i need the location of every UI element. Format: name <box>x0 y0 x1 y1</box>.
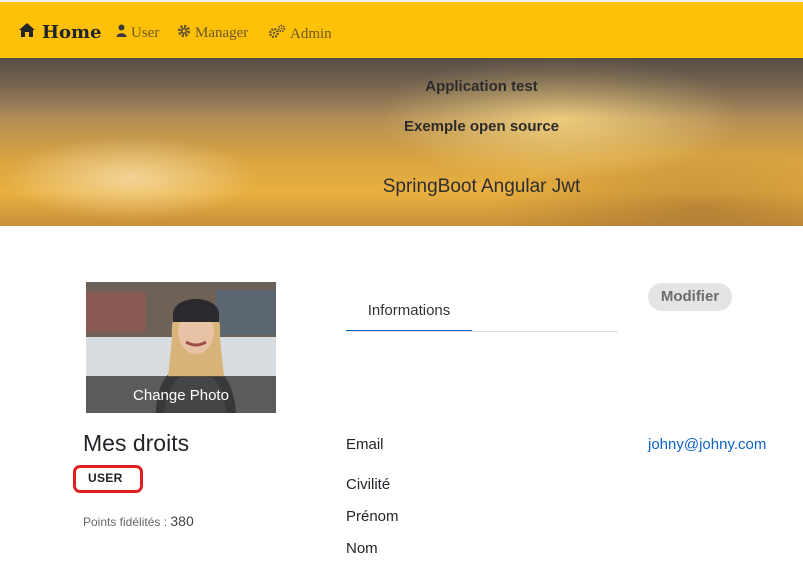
user-icon <box>116 24 131 42</box>
tab-informations[interactable]: Informations <box>346 299 472 332</box>
email-value: johny@johny.com <box>648 436 767 453</box>
nav-manager-link[interactable]: Manager <box>177 24 248 43</box>
gears-icon <box>268 24 290 44</box>
gear-icon <box>177 24 195 43</box>
tab-divider <box>346 331 618 332</box>
nav-home-link[interactable]: Home <box>18 22 102 43</box>
home-icon <box>18 22 42 43</box>
nav-user-link[interactable]: User <box>116 24 159 42</box>
loyalty-points-label: Points fidélités : <box>83 515 168 529</box>
change-photo-button[interactable]: Change Photo <box>86 376 276 413</box>
firstname-label: Prénom <box>346 508 399 525</box>
rights-heading: Mes droits <box>83 430 190 456</box>
email-label: Email <box>346 436 384 453</box>
banner-title: Application test <box>425 78 538 95</box>
nav-user-label: User <box>131 24 160 41</box>
role-badge: USER <box>88 471 123 485</box>
nav-admin-link[interactable]: Admin <box>268 24 332 44</box>
civility-label: Civilité <box>346 476 391 493</box>
nav-home-label: Home <box>42 22 102 43</box>
hero-banner: Application test Exemple open source Spr… <box>0 58 803 226</box>
profile-photo: Change Photo <box>86 282 276 413</box>
nav-admin-label: Admin <box>290 25 332 42</box>
loyalty-points: Points fidélités : 380 <box>83 513 194 529</box>
top-navbar: Home User Manager Admin <box>0 0 803 58</box>
lastname-label: Nom <box>346 540 378 557</box>
loyalty-points-value: 380 <box>170 513 194 529</box>
banner-tagline: SpringBoot Angular Jwt <box>382 176 581 197</box>
nav-manager-label: Manager <box>195 25 249 41</box>
edit-profile-button[interactable]: Modifier <box>648 283 732 311</box>
banner-subtitle: Exemple open source <box>403 118 560 135</box>
